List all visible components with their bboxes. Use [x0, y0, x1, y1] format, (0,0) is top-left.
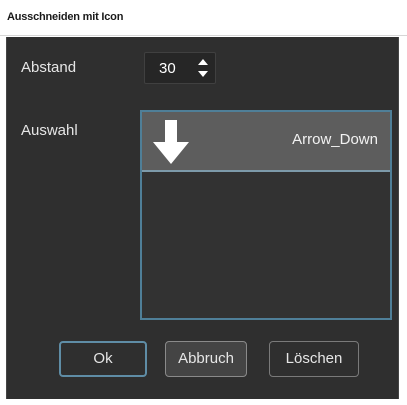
delete-button[interactable]: Löschen	[269, 341, 359, 377]
selection-listbox[interactable]: Arrow_Down	[140, 110, 392, 320]
spacing-label: Abstand	[21, 59, 77, 76]
spin-up-down-icon[interactable]	[197, 57, 209, 79]
spacing-spinbox[interactable]: 30	[144, 52, 216, 84]
spin-up-icon[interactable]	[198, 59, 208, 65]
dialog-body: Abstand 30 Auswahl Arrow_Down Ok Abbruch…	[6, 37, 399, 399]
title-bar[interactable]: Ausschneiden mit Icon	[0, 0, 407, 36]
list-item-label: Arrow_Down	[292, 131, 378, 148]
window-title: Ausschneiden mit Icon	[7, 11, 124, 23]
cancel-button[interactable]: Abbruch	[165, 341, 247, 377]
arrow-down-icon	[153, 120, 189, 164]
dialog-window: Ausschneiden mit Icon Abstand 30 Auswahl…	[0, 0, 407, 405]
ok-button[interactable]: Ok	[59, 341, 147, 377]
spinbox-arrows[interactable]	[197, 57, 209, 79]
selection-label: Auswahl	[21, 122, 78, 139]
list-item-arrow-down[interactable]: Arrow_Down	[142, 112, 390, 172]
spin-down-icon[interactable]	[198, 71, 208, 77]
spacing-value[interactable]: 30	[159, 60, 176, 77]
